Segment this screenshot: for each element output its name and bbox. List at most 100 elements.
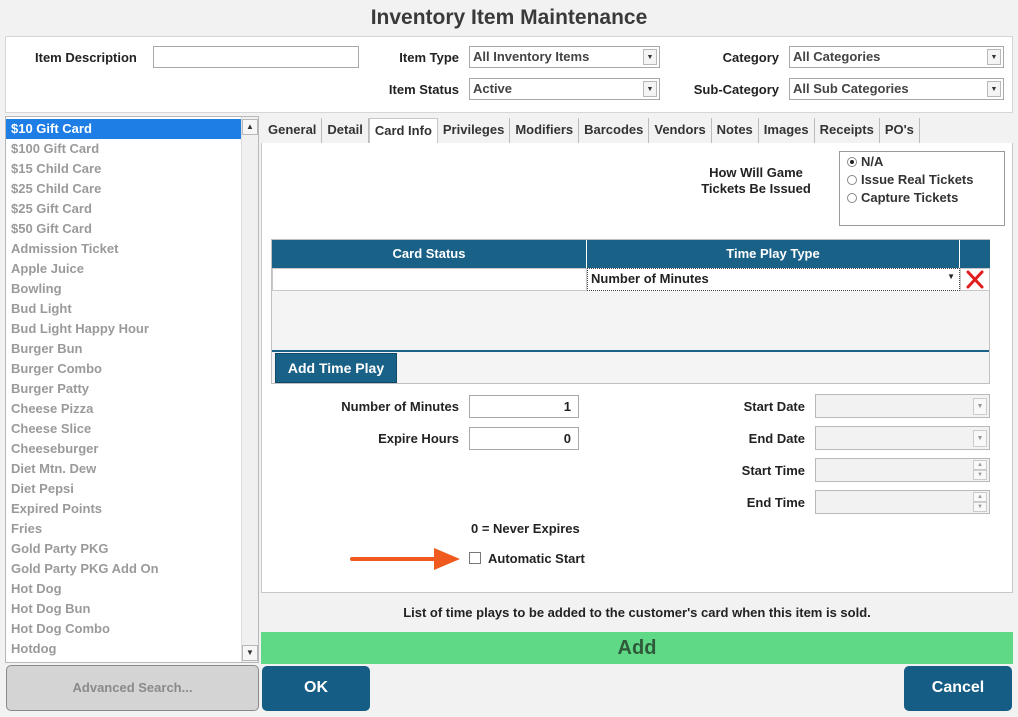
tab-general[interactable]: General — [263, 118, 323, 143]
list-item[interactable]: Cheeseburger — [6, 439, 242, 459]
chevron-down-icon: ▼ — [643, 49, 657, 65]
radio-button-icon[interactable] — [847, 175, 857, 185]
list-item[interactable]: Bowling — [6, 279, 242, 299]
start-time-spinner[interactable]: ▲ ▼ — [815, 458, 990, 482]
automatic-start-label: Automatic Start — [488, 551, 585, 566]
list-item[interactable]: Apple Juice — [6, 259, 242, 279]
end-time-label: End Time — [746, 495, 805, 510]
expire-hours-label: Expire Hours — [378, 431, 459, 446]
list-item[interactable]: Burger Combo — [6, 359, 242, 379]
ticket-issue-radio-group: N/A Issue Real Tickets Capture Tickets — [839, 151, 1005, 226]
radio-option[interactable]: Capture Tickets — [840, 189, 1004, 207]
item-type-label: Item Type — [399, 50, 459, 65]
tab-card-info[interactable]: Card Info — [368, 118, 438, 144]
start-date-label: Start Date — [743, 399, 805, 414]
ok-button[interactable]: OK — [262, 666, 370, 711]
time-play-type-select[interactable]: Number of Minutes ▼ — [587, 268, 960, 291]
filter-panel: Item Description Item Type All Inventory… — [5, 36, 1013, 113]
list-item[interactable]: Hotdog — [6, 639, 242, 659]
list-item[interactable]: Fries — [6, 519, 242, 539]
list-item[interactable]: Hot Dog — [6, 579, 242, 599]
list-item[interactable]: $15 Child Care — [6, 159, 242, 179]
radio-option-label: Capture Tickets — [861, 190, 959, 205]
item-description-input[interactable] — [153, 46, 359, 68]
time-play-grid: Card Status Time Play Type Number of Min… — [271, 239, 990, 384]
cancel-button[interactable]: Cancel — [904, 666, 1012, 711]
never-expires-note: 0 = Never Expires — [471, 521, 580, 536]
grid-header-action — [960, 240, 990, 268]
tab-receipts[interactable]: Receipts — [815, 118, 880, 143]
radio-option[interactable]: Issue Real Tickets — [840, 171, 1004, 189]
tab-bar: General Detail Card Info Privileges Modifier… — [263, 118, 920, 144]
tab-detail[interactable]: Detail — [322, 118, 369, 143]
radio-button-icon[interactable] — [847, 193, 857, 203]
tab-po-s[interactable]: PO's — [880, 118, 920, 143]
start-date-select[interactable]: ▼ — [815, 394, 990, 418]
list-item[interactable]: $25 Gift Card — [6, 199, 242, 219]
list-item[interactable]: Bud Light — [6, 299, 242, 319]
item-list[interactable]: $10 Gift Card $100 Gift Card $15 Child Car… — [5, 116, 259, 663]
item-type-select[interactable]: All Inventory Items ▼ — [469, 46, 660, 68]
list-item[interactable]: Expired Points — [6, 499, 242, 519]
list-item[interactable]: Hot Dog Bun — [6, 599, 242, 619]
tab-modifiers[interactable]: Modifiers — [510, 118, 580, 143]
tab-notes[interactable]: Notes — [712, 118, 759, 143]
game-tickets-label: How Will Game Tickets Be Issued — [701, 165, 811, 196]
list-item[interactable]: Cheese Slice — [6, 419, 242, 439]
card-status-cell[interactable] — [272, 268, 587, 291]
chevron-down-icon: ▼ — [643, 81, 657, 97]
item-description-label: Item Description — [35, 50, 137, 65]
tab-vendors[interactable]: Vendors — [649, 118, 712, 143]
chevron-down-icon: ▼ — [973, 430, 987, 447]
grid-header-card-status[interactable]: Card Status — [272, 240, 587, 268]
item-list-scrollbar[interactable]: ▲ ▼ — [241, 117, 258, 662]
grid-header-time-play-type[interactable]: Time Play Type — [587, 240, 960, 268]
delete-x-icon — [966, 270, 984, 289]
sub-category-label: Sub-Category — [693, 82, 779, 97]
list-item[interactable]: Burger Patty — [6, 379, 242, 399]
radio-option[interactable]: N/A — [840, 153, 1004, 171]
list-item[interactable]: Admission Ticket — [6, 239, 242, 259]
list-item[interactable]: Burger Bun — [6, 339, 242, 359]
chevron-down-icon: ▼ — [947, 272, 955, 281]
list-item[interactable]: Bud Light Happy Hour — [6, 319, 242, 339]
add-button[interactable]: Add — [261, 632, 1013, 664]
end-date-select[interactable]: ▼ — [815, 426, 990, 450]
scroll-up-arrow-icon[interactable]: ▲ — [242, 119, 258, 135]
delete-row-button[interactable] — [960, 268, 990, 291]
list-item[interactable]: $100 Gift Card — [6, 139, 242, 159]
item-list-items: $10 Gift Card $100 Gift Card $15 Child Car… — [6, 119, 242, 659]
end-time-spinner[interactable]: ▲ ▼ — [815, 490, 990, 514]
chevron-down-icon: ▼ — [973, 398, 987, 415]
list-item[interactable]: $50 Gift Card — [6, 219, 242, 239]
start-time-label: Start Time — [741, 463, 805, 478]
list-item[interactable]: $25 Child Care — [6, 179, 242, 199]
scroll-down-arrow-icon[interactable]: ▼ — [242, 645, 258, 661]
advanced-search-button[interactable]: Advanced Search... — [6, 665, 259, 711]
spin-up-icon[interactable]: ▲ — [973, 460, 987, 470]
list-item[interactable]: $10 Gift Card — [6, 119, 242, 139]
tab-privileges[interactable]: Privileges — [438, 118, 511, 143]
spin-down-icon[interactable]: ▼ — [973, 470, 987, 480]
list-item[interactable]: Hot Dog Combo — [6, 619, 242, 639]
category-label: Category — [722, 50, 779, 65]
automatic-start-checkbox[interactable] — [469, 552, 481, 564]
tab-images[interactable]: Images — [759, 118, 815, 143]
add-time-play-button[interactable]: Add Time Play — [275, 353, 397, 383]
list-item[interactable]: Diet Mtn. Dew — [6, 459, 242, 479]
list-item[interactable]: Gold Party PKG — [6, 539, 242, 559]
list-item[interactable]: Diet Pepsi — [6, 479, 242, 499]
category-select[interactable]: All Categories ▼ — [789, 46, 1004, 68]
list-item[interactable]: Gold Party PKG Add On — [6, 559, 242, 579]
spin-down-icon[interactable]: ▼ — [973, 502, 987, 512]
radio-option-label: Issue Real Tickets — [861, 172, 974, 187]
radio-button-icon[interactable] — [847, 157, 857, 167]
spin-up-icon[interactable]: ▲ — [973, 492, 987, 502]
list-item[interactable]: Cheese Pizza — [6, 399, 242, 419]
sub-category-select[interactable]: All Sub Categories ▼ — [789, 78, 1004, 100]
item-status-select[interactable]: Active ▼ — [469, 78, 660, 100]
expire-hours-input[interactable]: 0 — [469, 427, 579, 450]
chevron-down-icon: ▼ — [987, 81, 1001, 97]
number-of-minutes-input[interactable]: 1 — [469, 395, 579, 418]
tab-barcodes[interactable]: Barcodes — [579, 118, 650, 143]
